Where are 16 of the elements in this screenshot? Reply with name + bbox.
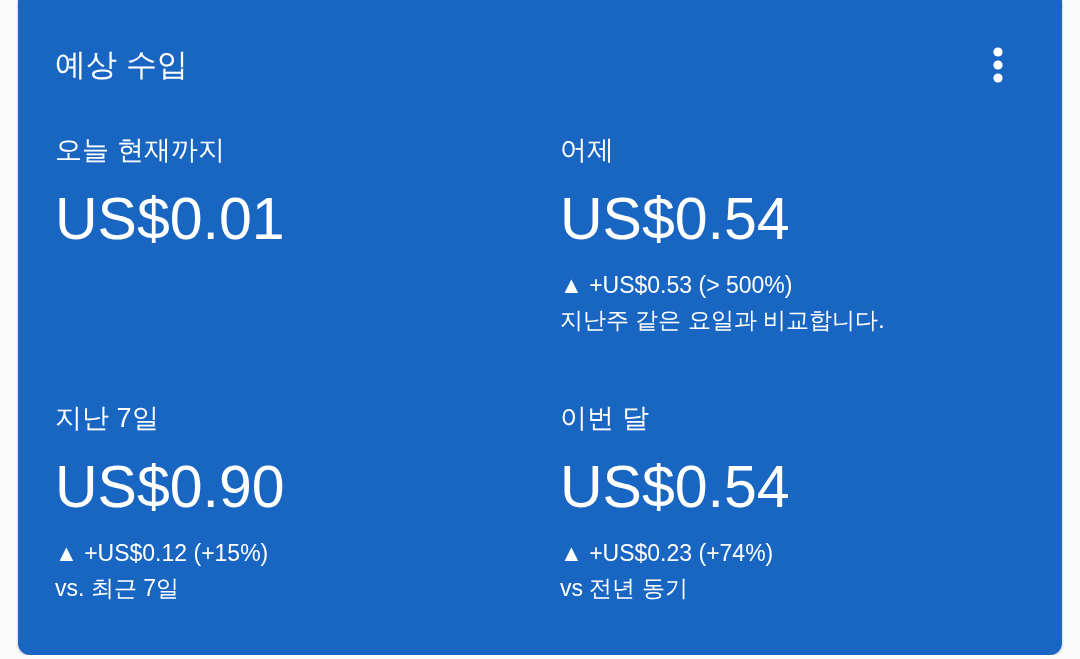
more-menu-icon[interactable] — [993, 47, 1003, 83]
comparison-text: vs. 최근 7일 — [55, 574, 180, 603]
change-text: ▲ +US$0.53 (> 500%) — [560, 271, 794, 300]
metric-value: US$0.54 — [560, 185, 791, 254]
metric-value: US$0.54 — [560, 453, 791, 522]
metric-label: 어제 — [560, 134, 615, 167]
change-text: ▲ +US$0.23 (+74%) — [560, 539, 775, 568]
metric-value: US$0.90 — [55, 453, 286, 522]
card-title: 예상 수입 — [55, 46, 188, 84]
metric-label: 지난 7일 — [55, 402, 160, 435]
metric-label: 오늘 현재까지 — [55, 134, 226, 167]
comparison-text: vs 전년 동기 — [560, 574, 689, 603]
metric-label: 이번 달 — [560, 402, 650, 435]
comparison-text: 지난주 같은 요일과 비교합니다. — [560, 306, 886, 335]
metric-value: US$0.01 — [55, 185, 286, 254]
change-text: ▲ +US$0.12 (+15%) — [55, 539, 270, 568]
